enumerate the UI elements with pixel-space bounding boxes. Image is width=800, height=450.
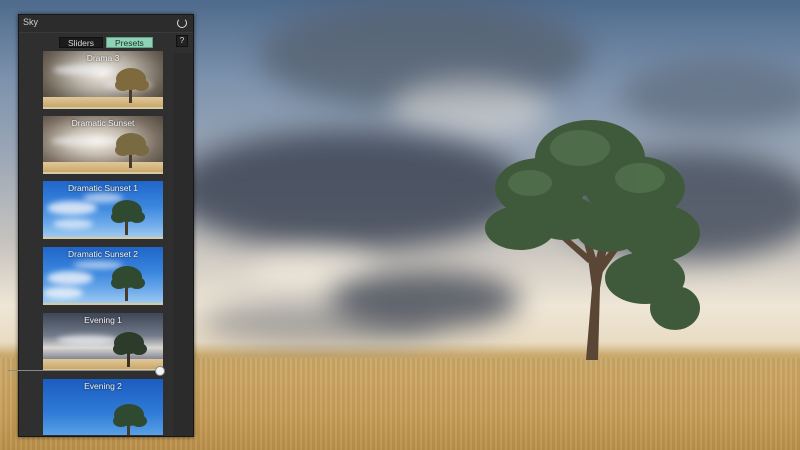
preset-label: Dramatic Sunset 2 [68, 249, 138, 259]
preset-dramatic-sunset-2[interactable]: Dramatic Sunset 2 [43, 247, 163, 305]
lone-tree [485, 120, 700, 360]
preset-drama-3[interactable]: Drama 3 [43, 51, 163, 109]
preset-strength-slider-handle[interactable] [155, 366, 165, 376]
preset-evening-1[interactable]: Evening 1 [43, 313, 163, 371]
panel-titlebar: Sky [19, 15, 193, 33]
preset-strength-slider-track[interactable] [8, 370, 160, 371]
preset-label: Dramatic Sunset 1 [68, 183, 138, 193]
tree-icon [111, 266, 145, 301]
preset-label: Drama 3 [86, 53, 120, 63]
panel-tabs: Sliders Presets [59, 37, 153, 48]
tree-icon [115, 133, 149, 168]
preset-dramatic-sunset-1[interactable]: Dramatic Sunset 1 [43, 181, 163, 239]
help-icon[interactable]: ? [176, 35, 188, 47]
preset-list: Drama 3 Dramatic Sunset Dramatic Sunset … [43, 51, 163, 435]
tree-icon [113, 404, 147, 435]
tree-icon [111, 200, 145, 235]
tab-presets[interactable]: Presets [105, 37, 153, 48]
tree-icon [113, 332, 147, 367]
tab-sliders[interactable]: Sliders [59, 37, 103, 48]
reset-icon[interactable] [177, 18, 187, 28]
preset-label: Dramatic Sunset [71, 118, 135, 128]
preset-label: Evening 2 [84, 381, 122, 391]
tree-icon [115, 68, 149, 103]
preset-label: Evening 1 [84, 315, 122, 325]
preset-dramatic-sunset[interactable]: Dramatic Sunset [43, 116, 163, 174]
scrollbar[interactable] [173, 53, 193, 436]
sky-panel: Sky Sliders Presets ? Drama 3 Dramatic S… [18, 14, 194, 437]
preset-evening-2[interactable]: Evening 2 [43, 379, 163, 435]
panel-title: Sky [23, 17, 39, 27]
